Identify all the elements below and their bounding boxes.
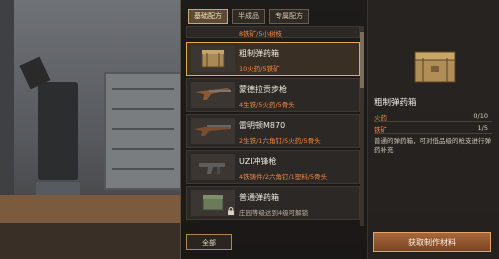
list-item-remington-m870[interactable]: 雷明顿M870 2生铁/1六角钉/5火药/5骨头 [186, 114, 360, 148]
tab-exclusive-recipes[interactable]: 专属配方 [269, 9, 309, 24]
workbench-machine [38, 82, 78, 180]
item-name: 雷明顿M870 [239, 121, 286, 130]
item-materials: 8铁矿/5小树枝 [239, 30, 282, 38]
detail-title: 粗制弹药箱 [374, 98, 417, 108]
filter-all-button[interactable]: 全部 [186, 234, 232, 250]
list-item-uzi[interactable]: UZI冲锋枪 4铁铸件/2六角钉/1塑料/5骨头 [186, 150, 360, 184]
requirement-value: 0/10 [473, 112, 488, 120]
tool-wall-panel [104, 72, 182, 190]
item-materials: 4铁铸件/2六角钉/1塑料/5骨头 [239, 173, 328, 181]
tab-basic-recipes[interactable]: 基础配方 [188, 9, 228, 24]
item-materials: 4生铁/5火药/5骨头 [239, 101, 295, 109]
requirement-value: 1/5 [477, 124, 488, 132]
rifle-icon [191, 82, 235, 108]
detail-description: 普通的弹药箱，可对低品级的枪支进行弹药补充 [374, 137, 491, 154]
item-materials: 10火药/5铁矿 [239, 65, 280, 73]
list-item-common-ammo-box[interactable]: 普通弹药箱 庄园等级达到4级可解锁 [186, 186, 360, 220]
lock-icon [228, 207, 234, 215]
divider [374, 133, 492, 134]
divider [374, 121, 492, 122]
list-item-mondragon-rifle[interactable]: 蒙德拉贡步枪 4生铁/5火药/5骨头 [186, 78, 360, 112]
item-name: UZI冲锋枪 [239, 157, 277, 166]
scrollbar-thumb[interactable] [360, 32, 364, 88]
item-materials: 2生铁/1六角钉/5火药/5骨头 [239, 137, 321, 145]
recipe-tabs: 基础配方 半成品 专属配方 [188, 9, 309, 24]
shotgun-icon [191, 118, 235, 144]
item-name: 蒙德拉贡步枪 [239, 85, 287, 94]
crude-ammo-box-icon [414, 51, 456, 83]
list-item-crude-ammo-box[interactable]: 粗制弹药箱 10火药/5铁矿 [186, 42, 360, 76]
item-name: 普通弹药箱 [239, 193, 279, 202]
ammo-crate-icon [191, 46, 235, 72]
smg-icon [191, 154, 235, 180]
tab-semi-finished[interactable]: 半成品 [232, 9, 265, 24]
item-name: 粗制弹药箱 [239, 49, 279, 58]
list-scrollbar[interactable] [360, 26, 364, 226]
list-item-partial[interactable]: 8铁矿/5小树枝 [186, 26, 360, 38]
get-materials-button[interactable]: 获取制作材料 [373, 232, 491, 252]
workbench-table [0, 195, 200, 259]
item-unlock-hint: 庄园等级达到4级可解锁 [239, 209, 309, 217]
